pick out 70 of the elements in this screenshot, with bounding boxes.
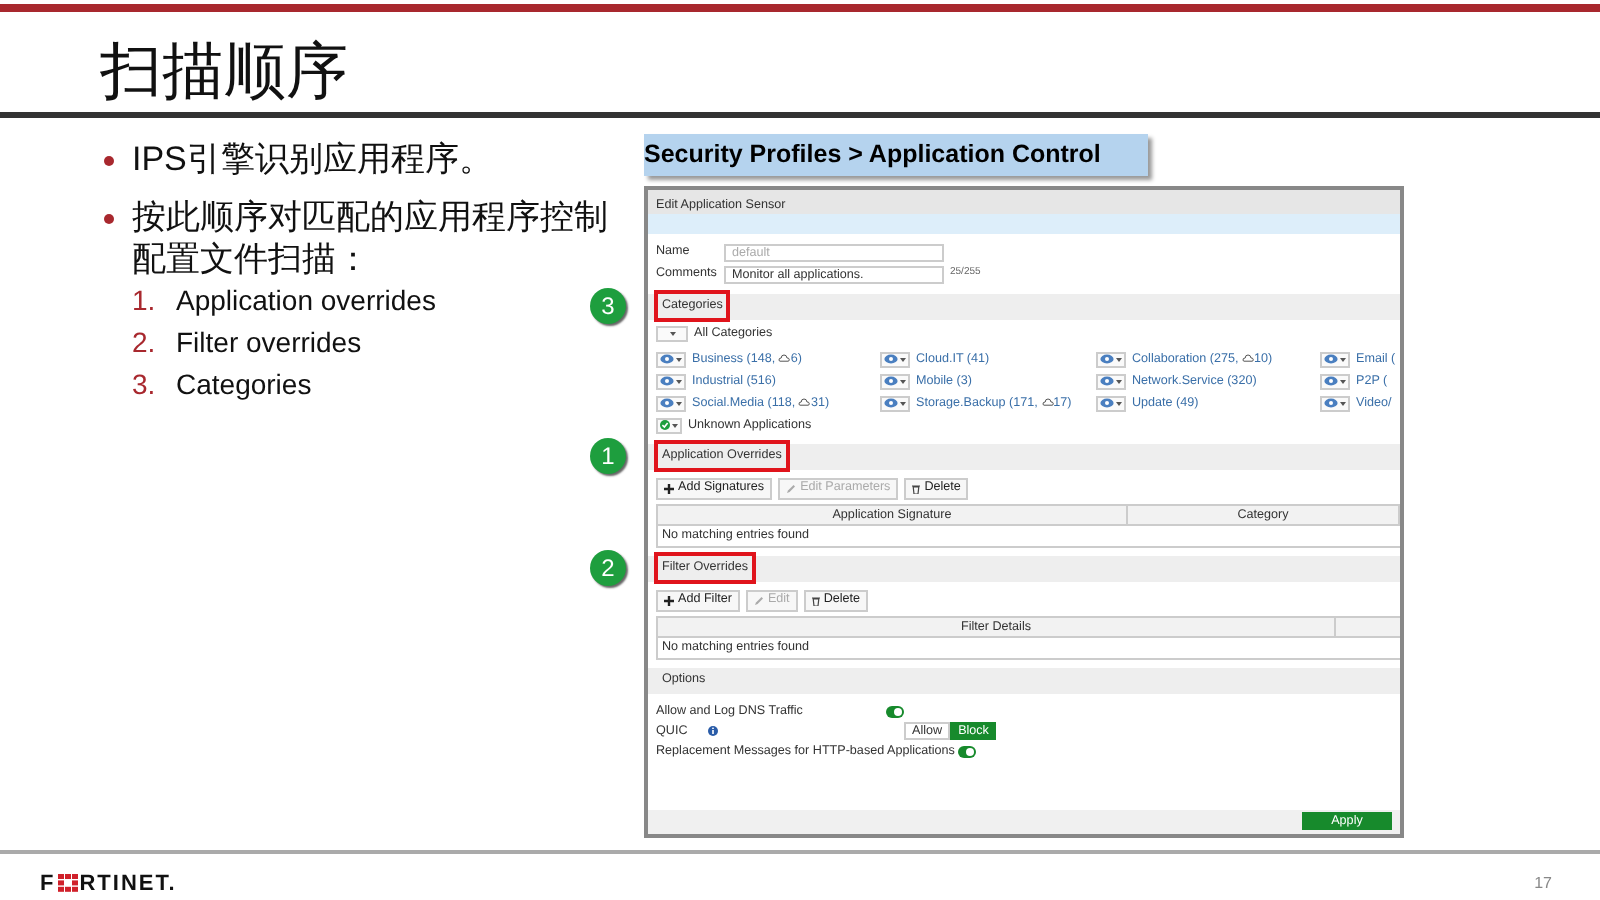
caret-icon	[676, 401, 682, 406]
action-dropdown[interactable]	[1320, 395, 1350, 412]
bullet-icon	[104, 155, 114, 166]
list-item: Filter overrides	[176, 324, 362, 363]
eye-icon	[1324, 398, 1338, 409]
plus-icon	[664, 483, 674, 494]
caret-icon	[1340, 379, 1346, 384]
action-dropdown[interactable]	[1096, 351, 1126, 368]
eye-icon	[1100, 376, 1114, 387]
action-dropdown[interactable]	[656, 395, 686, 412]
caret-icon	[1116, 401, 1122, 406]
caret-icon	[900, 379, 906, 384]
logo: F RTINET.	[40, 869, 177, 899]
caret-icon	[900, 401, 906, 406]
page-number: 17	[1534, 871, 1552, 896]
screenshot-caption: Security Profiles > Application Control	[644, 133, 1148, 177]
action-dropdown[interactable]	[1320, 373, 1350, 390]
caret-icon	[1340, 401, 1346, 406]
slide-title: 扫描顺序	[98, 33, 350, 110]
bullet-text: 按此顺序对匹配的应用程序控制配置文件扫描：	[132, 195, 610, 281]
list-number: 3.	[132, 366, 158, 405]
step-number: 1	[590, 437, 626, 474]
list-number: 2.	[132, 324, 158, 363]
toggle-switch[interactable]	[958, 745, 977, 758]
list-item: Categories	[176, 366, 312, 405]
caret-icon	[676, 357, 682, 362]
action-dropdown[interactable]	[1096, 373, 1126, 390]
action-dropdown[interactable]	[1096, 395, 1126, 412]
list-number: 1.	[132, 282, 158, 321]
cloud-icon	[778, 354, 791, 363]
caret-icon	[900, 357, 906, 362]
caret-icon	[676, 379, 682, 384]
eye-icon	[884, 398, 898, 409]
eye-icon	[660, 354, 674, 365]
pencil-icon	[786, 483, 797, 494]
cloud-icon	[1041, 398, 1054, 407]
list-item: Application overrides	[176, 282, 436, 321]
cloud-icon	[1241, 354, 1254, 363]
trash-icon	[811, 595, 820, 606]
action-dropdown[interactable]	[656, 417, 682, 434]
action-dropdown[interactable]	[656, 351, 686, 368]
eye-icon	[1100, 354, 1114, 365]
action-dropdown[interactable]	[656, 373, 686, 390]
cloud-icon	[798, 398, 811, 407]
caret-icon	[1116, 379, 1122, 384]
plus-icon	[664, 595, 674, 606]
pencil-icon	[753, 595, 764, 606]
action-dropdown[interactable]	[880, 395, 910, 412]
eye-icon	[884, 376, 898, 387]
eye-icon	[1324, 354, 1338, 365]
action-dropdown[interactable]	[880, 351, 910, 368]
eye-icon	[1100, 398, 1114, 409]
eye-icon	[660, 398, 674, 409]
eye-icon	[660, 376, 674, 387]
caret-icon	[669, 332, 675, 337]
eye-icon	[1324, 376, 1338, 387]
action-dropdown[interactable]	[656, 326, 688, 343]
toggle-switch[interactable]	[886, 705, 904, 718]
caret-icon	[672, 423, 678, 428]
check-icon	[660, 420, 670, 431]
trash-icon	[912, 483, 921, 494]
caret-icon	[1340, 357, 1346, 362]
bullet-icon	[104, 213, 114, 224]
bullet-text: IPS引擎识别应用程序。	[132, 137, 493, 180]
action-dropdown[interactable]	[880, 373, 910, 390]
step-number: 3	[590, 287, 626, 324]
step-number: 2	[590, 549, 626, 586]
caret-icon	[1116, 357, 1122, 362]
eye-icon	[884, 354, 898, 365]
action-dropdown[interactable]	[1320, 351, 1350, 368]
